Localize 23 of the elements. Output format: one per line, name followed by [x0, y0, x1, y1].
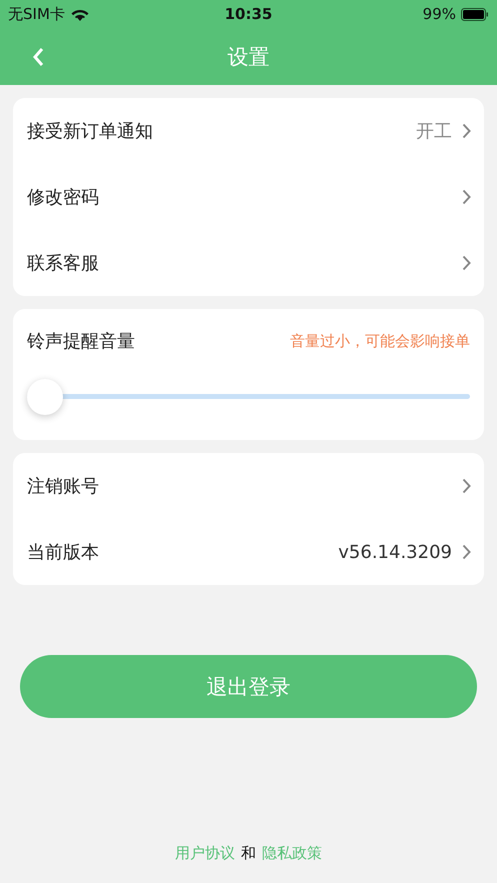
chevron-icon [462, 189, 471, 205]
row-value: 开工 [416, 120, 452, 143]
settings-row[interactable]: 接受新订单通知 开工 [13, 98, 484, 164]
slider-thumb[interactable] [27, 379, 63, 415]
row-value: v56.14.3209 [338, 542, 452, 562]
chevron-icon [462, 255, 471, 271]
page-title: 设置 [228, 44, 270, 70]
settings-row[interactable]: 联系客服 [13, 230, 484, 296]
battery-icon [461, 8, 489, 20]
volume-label: 铃声提醒音量 [27, 330, 135, 353]
chevron-icon [462, 478, 471, 494]
chevron-icon [462, 544, 471, 560]
volume-warning: 音量过小，可能会影响接单 [290, 332, 470, 350]
settings-row[interactable]: 当前版本 v56.14.3209 [13, 519, 484, 585]
clock-text: 10:35 [224, 5, 272, 23]
joiner-text: 和 [241, 844, 256, 863]
settings-row[interactable]: 注销账号 [13, 453, 484, 519]
battery-percent: 99% [422, 5, 456, 23]
back-icon [32, 46, 44, 66]
chevron-icon [462, 123, 471, 139]
carrier-text: 无SIM卡 [8, 4, 65, 24]
volume-slider[interactable] [27, 379, 470, 415]
settings-row[interactable]: 修改密码 [13, 164, 484, 230]
